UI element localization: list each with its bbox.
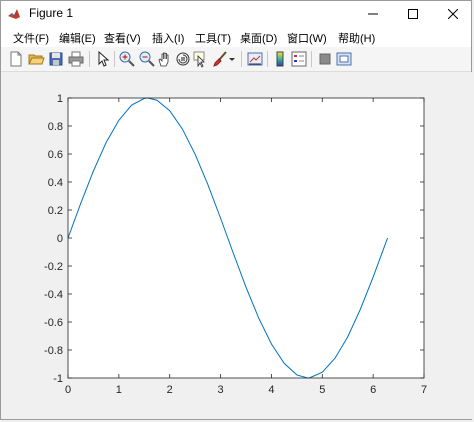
close-button[interactable] [433,1,473,27]
y-tick-label: 0 [57,233,63,245]
pan-hand-icon[interactable] [156,50,174,68]
menu-edit[interactable]: 编辑(E) [59,30,96,46]
minimize-icon [368,13,378,15]
toolbar-separator [311,51,312,67]
y-tick-label: 0.6 [48,149,63,161]
brush-dropdown-icon[interactable] [227,50,237,68]
figure-window: Figure 1 文件(F) 编辑(E) 查看(V) 插入(I) 工具(T) 桌… [0,0,472,420]
x-tick-label: 1 [116,384,122,396]
y-tick-label: -0.4 [44,289,63,301]
colorbar-icon[interactable] [271,50,289,68]
window-title: Figure 1 [29,6,74,20]
menu-file[interactable]: 文件(F) [13,30,49,46]
menu-tools[interactable]: 工具(T) [195,30,231,46]
rotate-3d-icon[interactable] [174,50,192,68]
y-tick-label: -0.2 [44,261,63,273]
menu-help[interactable]: 帮助(H) [338,30,375,46]
zoom-in-icon[interactable] [118,50,136,68]
matlab-logo-icon [7,7,21,21]
y-tick-label: 0.2 [48,205,63,217]
show-plot-tools-icon[interactable] [335,50,353,68]
menu-insert[interactable]: 插入(I) [152,30,184,46]
toolbar-separator [89,51,90,67]
maximize-icon [408,9,418,19]
print-icon[interactable] [67,50,85,68]
x-tick-label: 6 [370,384,376,396]
toolbar-separator [241,51,242,67]
y-tick-label: 0.8 [48,121,63,133]
title-bar[interactable]: Figure 1 [1,1,471,27]
open-file-icon[interactable] [27,50,45,68]
x-tick-label: 5 [319,384,325,396]
menu-bar: 文件(F) 编辑(E) 查看(V) 插入(I) 工具(T) 桌面(D) 窗口(W… [1,27,471,47]
menu-view[interactable]: 查看(V) [104,30,141,46]
axes-background [68,98,424,378]
sine-plot-axes[interactable]: 0 1 2 3 4 5 6 7 -1 -0.8 -0.6 -0.4 -0.2 0 0.2 0.4 0.6 0.8 1 [2,72,472,419]
y-tick-label: -0.8 [44,345,63,357]
y-tick-label: 0.4 [48,177,63,189]
zoom-out-icon[interactable] [138,50,156,68]
toolbar-separator [114,51,115,67]
menu-desktop[interactable]: 桌面(D) [240,30,277,46]
x-tick-label: 4 [268,384,274,396]
figure-canvas[interactable]: 0 1 2 3 4 5 6 7 -1 -0.8 -0.6 -0.4 -0.2 0 0.2 0.4 0.6 0.8 1 [2,72,472,419]
x-tick-label: 0 [65,384,71,396]
x-tick-label: 3 [218,384,224,396]
y-tick-label: -0.6 [44,317,63,329]
y-tick-label: 1 [57,93,63,105]
maximize-button[interactable] [393,1,433,27]
pointer-icon[interactable] [94,50,112,68]
new-figure-icon[interactable] [7,50,25,68]
minimize-button[interactable] [353,1,393,27]
menu-window[interactable]: 窗口(W) [287,30,327,46]
close-icon [448,9,458,19]
y-tick-label: -1 [53,373,63,385]
x-tick-label: 7 [421,384,427,396]
figure-toolbar [1,47,471,72]
hide-plot-tools-icon[interactable] [316,50,334,68]
link-plot-icon[interactable] [246,50,264,68]
x-tick-label: 2 [167,384,173,396]
legend-icon[interactable] [290,50,308,68]
data-cursor-icon[interactable] [192,50,210,68]
save-icon[interactable] [47,50,65,68]
toolbar-separator [267,51,268,67]
